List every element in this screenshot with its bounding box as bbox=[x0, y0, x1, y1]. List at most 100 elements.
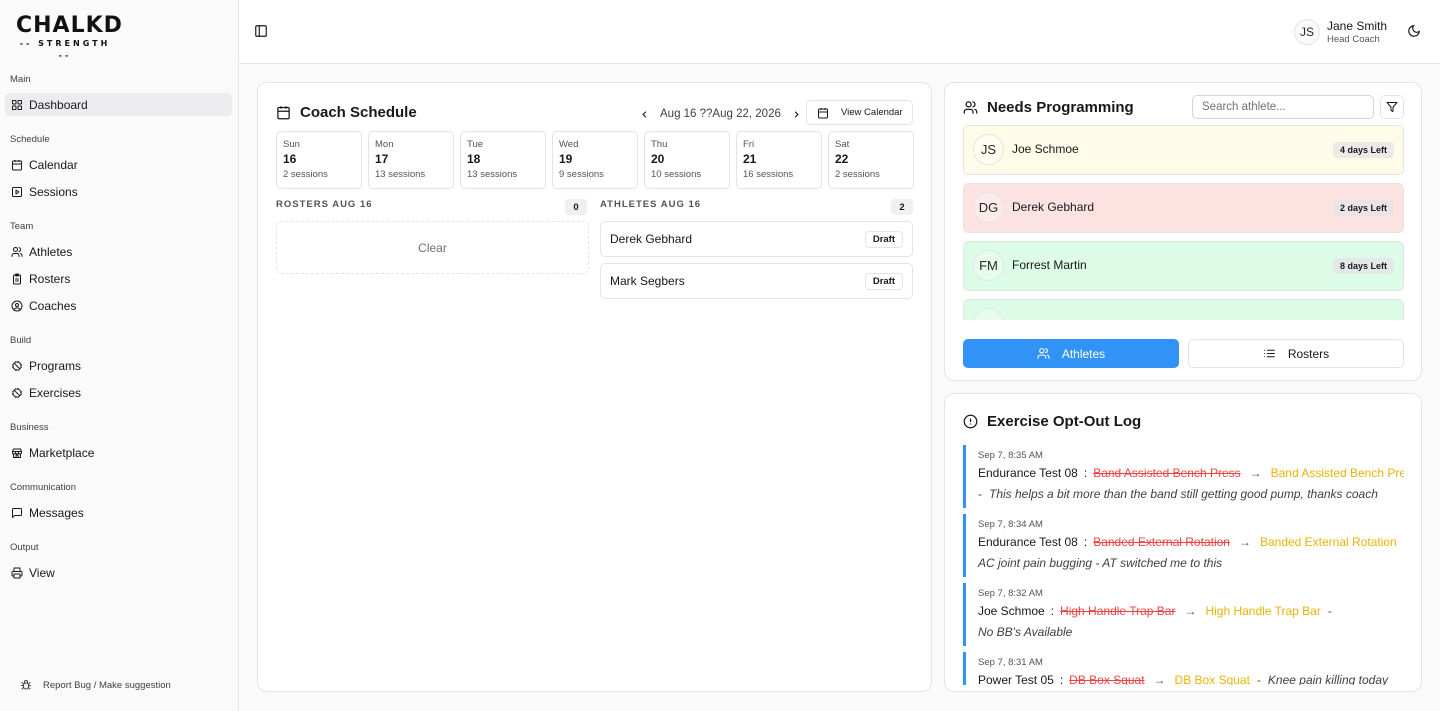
day-cell-sat[interactable]: Sat 22 2 sessions bbox=[828, 131, 914, 189]
sidebar: CHALKD -- STRENGTH -- Main Dashboard Sched… bbox=[0, 0, 239, 711]
sidebar-item-sessions[interactable]: Sessions bbox=[5, 180, 232, 203]
day-cell-fri[interactable]: Fri 21 16 sessions bbox=[736, 131, 822, 189]
needs-programming-row[interactable]: JS Joe Schmoe 4 days Left bbox=[963, 125, 1404, 175]
day-date: 19 bbox=[559, 152, 573, 166]
sidebar-section-label: Team bbox=[10, 221, 34, 232]
sidebar-item-messages[interactable]: Messages bbox=[5, 501, 232, 524]
removed-exercise: Banded External Rotation bbox=[1093, 535, 1230, 549]
entry-swap-line: Joe Schmoe: High Handle Trap Bar → High Han… bbox=[978, 601, 1404, 622]
athletes-tab-button[interactable]: Athletes bbox=[963, 339, 1179, 368]
brand-logo-subtitle: -- STRENGTH -- bbox=[19, 39, 111, 60]
athlete-name: Joe Schmoe bbox=[1012, 142, 1079, 156]
rosters-tab-button[interactable]: Rosters bbox=[1188, 339, 1404, 368]
sidebar-item-coaches[interactable]: Coaches bbox=[5, 294, 232, 317]
sidebar-item-dashboard[interactable]: Dashboard bbox=[5, 93, 232, 116]
day-name: Wed bbox=[559, 139, 579, 150]
needs-programming-list[interactable]: JS Joe Schmoe 4 days Left DG Derek Gebhard 2 … bbox=[963, 125, 1404, 320]
moon-icon[interactable] bbox=[1407, 24, 1421, 38]
arrow-right-icon: → bbox=[1184, 604, 1197, 618]
chevron-right-icon[interactable] bbox=[789, 106, 805, 122]
entry-athlete: Joe Schmoe bbox=[978, 604, 1045, 618]
scheduled-athlete-row[interactable]: Mark Segbers Draft bbox=[600, 263, 913, 299]
entry-swap-line: Power Test 05: DB Box Squat → DB Box Squat -… bbox=[978, 670, 1404, 685]
printer-icon bbox=[11, 567, 23, 579]
sidebar-item-marketplace[interactable]: Marketplace bbox=[5, 441, 232, 464]
opt-out-entry[interactable]: Sep 7, 8:31 AM Power Test 05: DB Box Squat… bbox=[963, 652, 1404, 685]
sidebar-section-label: Schedule bbox=[10, 134, 50, 145]
sidebar-item-label: Messages bbox=[29, 505, 84, 520]
user-avatar[interactable]: JS bbox=[1294, 19, 1320, 45]
rosters-heading: ROSTERS AUG 16 bbox=[276, 199, 373, 210]
bug-icon bbox=[21, 680, 31, 690]
opt-out-entry[interactable]: Sep 7, 8:34 AM Endurance Test 08: Banded E… bbox=[963, 514, 1404, 577]
clipboard-icon bbox=[11, 273, 23, 285]
calendar-icon bbox=[277, 106, 290, 120]
needs-programming-row[interactable]: FM Forrest Martin 8 days Left bbox=[963, 241, 1404, 291]
opt-out-entry[interactable]: Sep 7, 8:32 AM Joe Schmoe: High Handle Tra… bbox=[963, 583, 1404, 646]
view-calendar-button[interactable]: View Calendar bbox=[806, 100, 913, 125]
sidebar-item-label: Exercises bbox=[29, 385, 82, 400]
sidebar-section-label: Build bbox=[10, 335, 32, 346]
separator: - bbox=[1327, 604, 1332, 618]
entry-timestamp: Sep 7, 8:34 AM bbox=[978, 519, 1043, 530]
entry-athlete: Endurance Test 08 bbox=[978, 535, 1078, 549]
sidebar-item-label: Calendar bbox=[29, 157, 78, 172]
athlete-avatar: JS bbox=[973, 134, 1004, 165]
day-cell-wed[interactable]: Wed 19 9 sessions bbox=[552, 131, 638, 189]
day-name: Sat bbox=[835, 139, 850, 150]
store-icon bbox=[11, 447, 23, 459]
play-square-icon bbox=[11, 186, 23, 198]
opt-out-log-title-text: Exercise Opt-Out Log bbox=[987, 413, 1142, 430]
user-circle-icon bbox=[11, 300, 23, 312]
days-left-badge: 2 days Left bbox=[1332, 200, 1394, 216]
users-icon bbox=[11, 246, 23, 258]
day-date: 16 bbox=[283, 152, 297, 166]
day-cell-sun[interactable]: Sun 16 2 sessions bbox=[276, 131, 362, 189]
entry-note-line: AC joint pain bugging - AT switched me t… bbox=[978, 553, 1404, 574]
athletes-tab-label: Athletes bbox=[1061, 346, 1106, 361]
entry-note: This helps a bit more than the band stil… bbox=[989, 487, 1378, 501]
entry-timestamp: Sep 7, 8:35 AM bbox=[978, 450, 1043, 461]
sidebar-item-exercises[interactable]: Exercises bbox=[5, 381, 232, 404]
needs-programming-title: Needs Programming bbox=[963, 99, 1134, 116]
chevron-left-icon[interactable] bbox=[636, 106, 652, 122]
sidebar-item-calendar[interactable]: Calendar bbox=[5, 153, 232, 176]
grid-icon bbox=[11, 99, 23, 111]
athlete-name: Forrest Martin bbox=[1012, 258, 1087, 272]
separator: : bbox=[1083, 535, 1088, 549]
sidebar-item-view[interactable]: View bbox=[5, 561, 232, 584]
day-cell-mon[interactable]: Mon 17 13 sessions bbox=[368, 131, 454, 189]
removed-exercise: High Handle Trap Bar bbox=[1060, 604, 1176, 618]
day-name: Thu bbox=[651, 139, 668, 150]
opt-out-entry[interactable]: Sep 7, 8:35 AM Endurance Test 08: Band Ass… bbox=[963, 445, 1404, 508]
top-header: JS Jane Smith Head Coach bbox=[239, 0, 1440, 64]
needs-programming-row[interactable]: DG Derek Gebhard 2 days Left bbox=[963, 183, 1404, 233]
sidebar-item-label: Sessions bbox=[29, 184, 78, 199]
sidebar-item-programs[interactable]: Programs bbox=[5, 354, 232, 377]
arrow-right-icon: → bbox=[1249, 466, 1262, 480]
sidebar-section-label: Communication bbox=[10, 482, 76, 493]
scheduled-athlete-row[interactable]: Derek Gebhard Draft bbox=[600, 221, 913, 257]
sidebar-item-athletes[interactable]: Athletes bbox=[5, 240, 232, 263]
athlete-search-input[interactable] bbox=[1192, 95, 1374, 119]
sidebar-item-rosters[interactable]: Rosters bbox=[5, 267, 232, 290]
brand-logo[interactable]: CHALKD -- STRENGTH -- bbox=[16, 14, 122, 61]
day-date: 20 bbox=[651, 152, 665, 166]
sidebar-toggle-icon[interactable] bbox=[254, 24, 268, 38]
days-left-badge: 8 days Left bbox=[1332, 258, 1394, 274]
needs-programming-card: Needs Programming JS Joe Schmoe 4 days Lef… bbox=[944, 82, 1422, 381]
dumbbell-icon bbox=[11, 387, 23, 399]
rosters-empty-state[interactable]: Clear bbox=[276, 221, 589, 274]
opt-out-log-list[interactable]: Sep 7, 8:35 AM Endurance Test 08: Band Ass… bbox=[963, 445, 1404, 685]
day-cell-tue[interactable]: Tue 18 13 sessions bbox=[460, 131, 546, 189]
users-icon bbox=[963, 101, 978, 114]
filter-button[interactable] bbox=[1380, 95, 1404, 119]
draft-badge: Draft bbox=[864, 231, 903, 248]
entry-timestamp: Sep 7, 8:32 AM bbox=[978, 588, 1043, 599]
needs-programming-row[interactable] bbox=[963, 299, 1404, 320]
day-cell-thu[interactable]: Thu 20 10 sessions bbox=[644, 131, 730, 189]
opt-out-log-title: Exercise Opt-Out Log bbox=[963, 413, 1141, 430]
rosters-count-badge: 0 bbox=[565, 199, 587, 215]
alert-circle-icon bbox=[963, 414, 978, 429]
report-bug-link[interactable]: Report Bug / Make suggestion bbox=[20, 679, 171, 691]
